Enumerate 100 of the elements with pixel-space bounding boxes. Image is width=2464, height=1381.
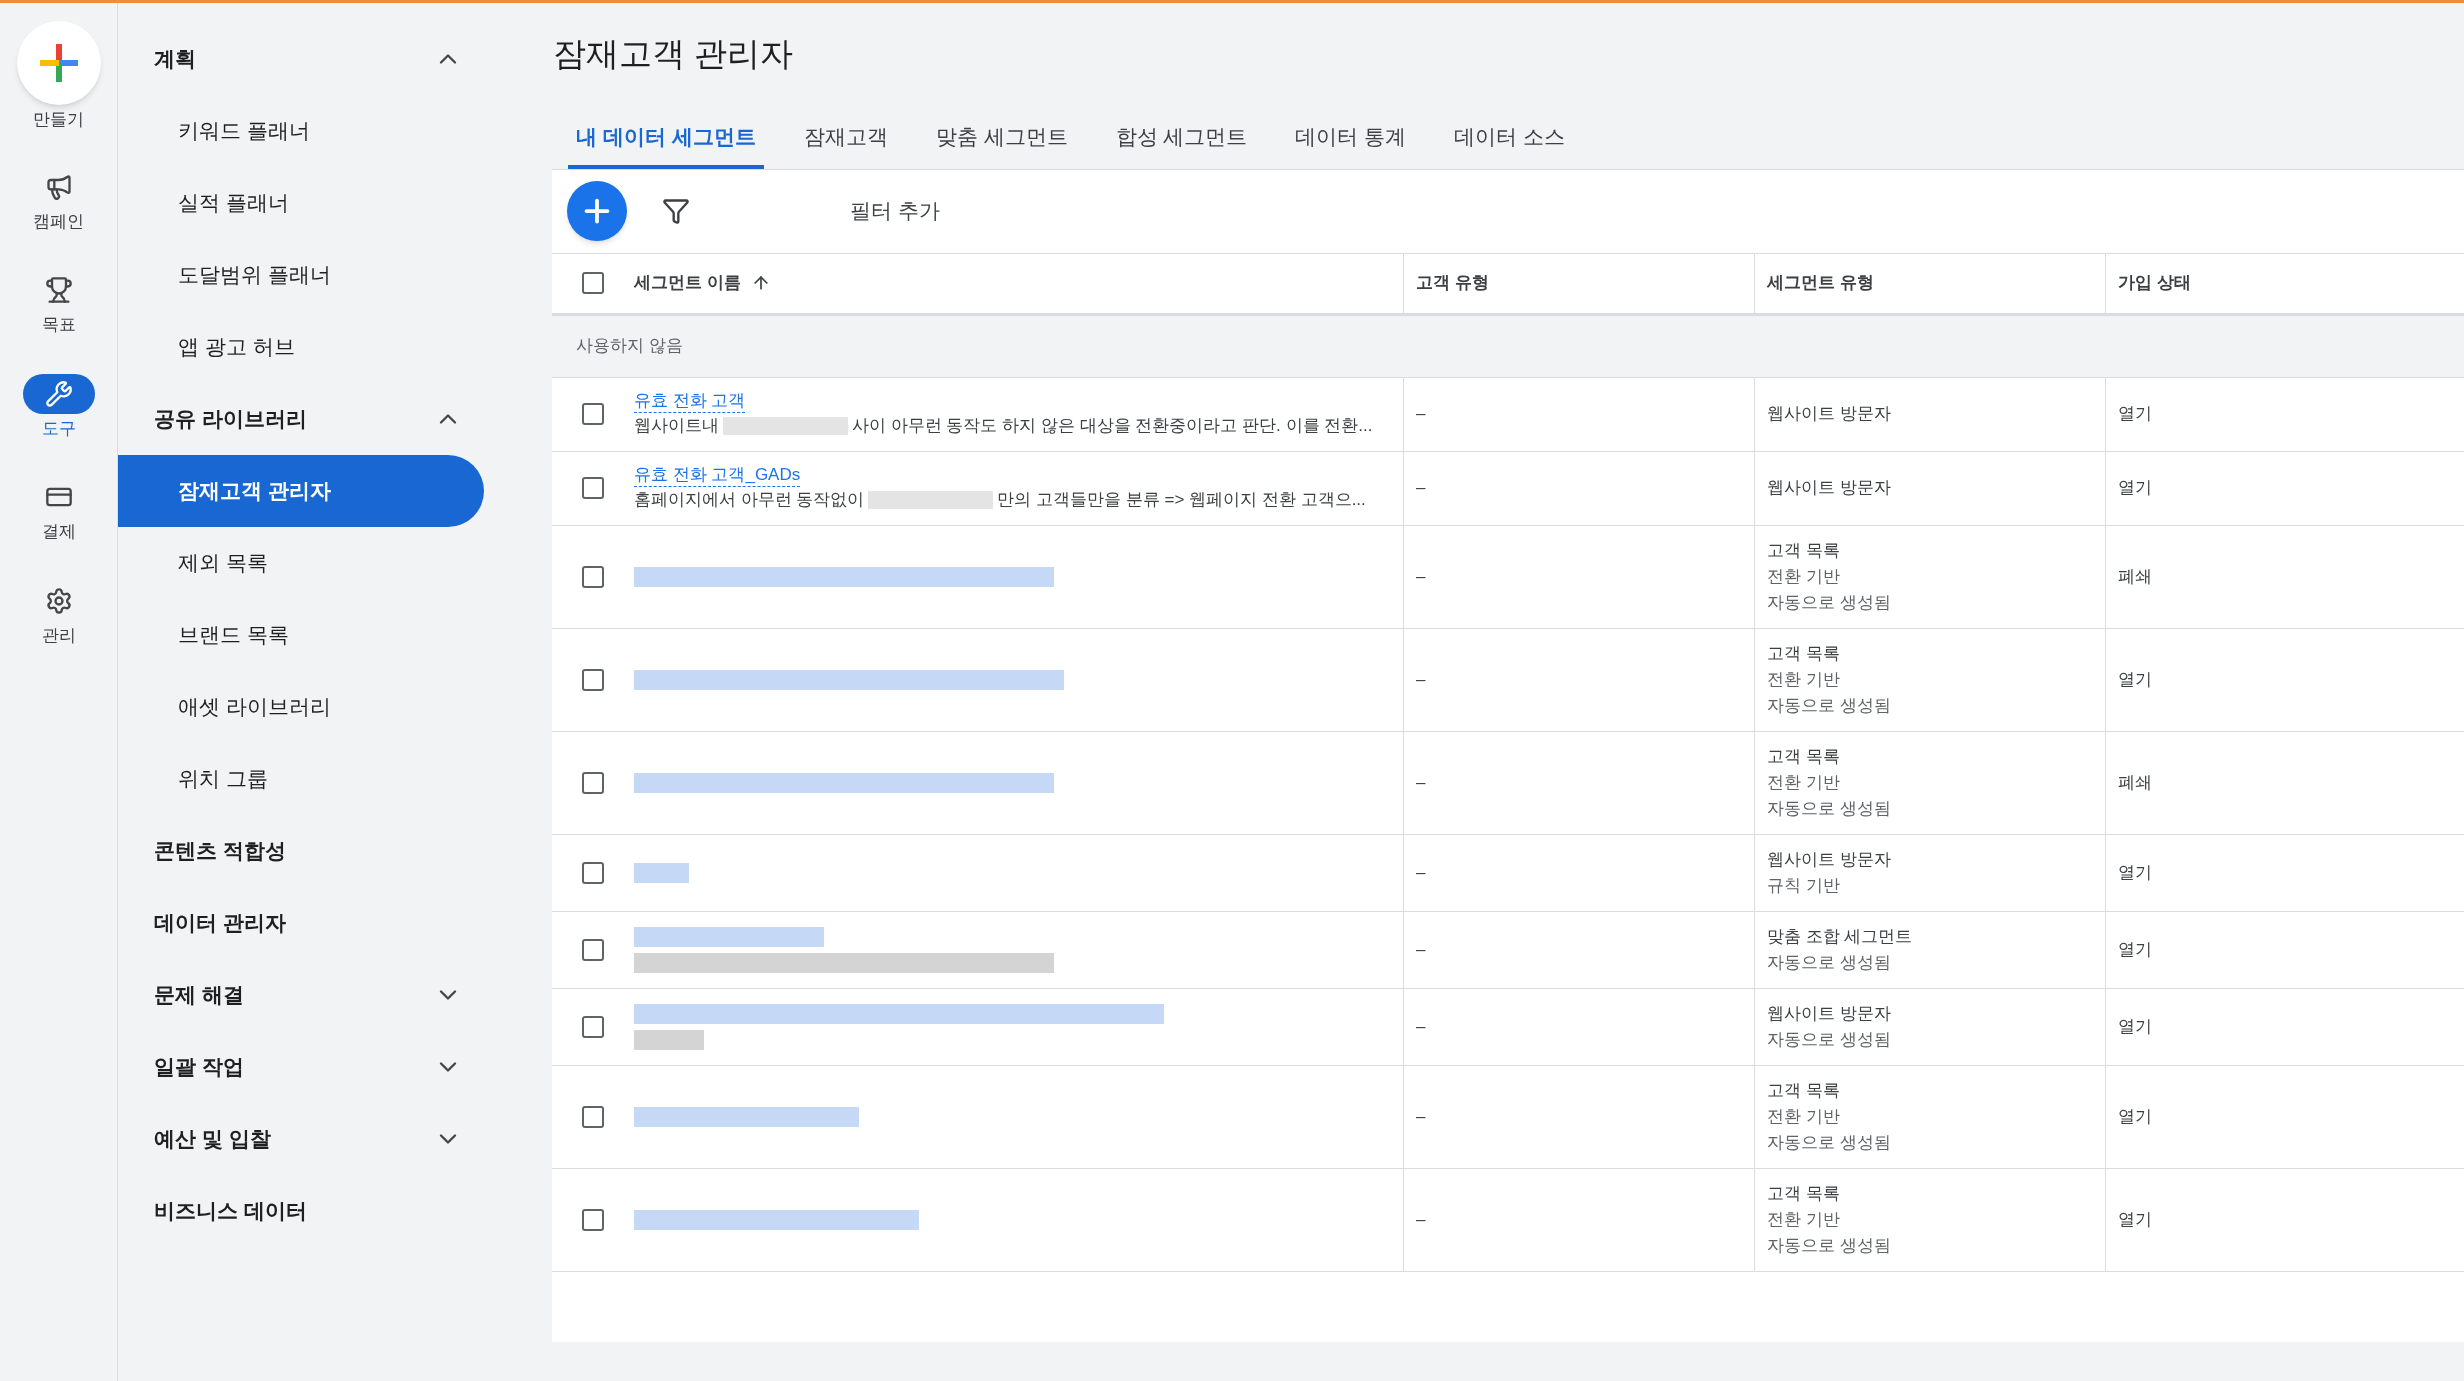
segment-type-text: 웹사이트 방문자 <box>1767 1002 1892 1025</box>
customer-type-cell-text: – <box>1416 938 1426 961</box>
status-cell-text: 열기 <box>2118 403 2152 426</box>
checkbox[interactable] <box>582 1015 604 1038</box>
segment-description: 웹사이트내 사이 아무런 동작도 하지 않은 대상을 전환중이라고 판단. 이를 전환... <box>634 414 1374 437</box>
checkbox[interactable] <box>582 1208 604 1231</box>
segment-name-link[interactable]: 유효 전화 고객 <box>634 389 746 413</box>
nav-section[interactable]: 계획 <box>118 23 484 95</box>
rail-label: 관리 <box>41 624 76 647</box>
rail-label: 도구 <box>41 417 76 440</box>
status-cell-text: 폐쇄 <box>2118 565 2152 588</box>
rail-label: 목표 <box>41 314 76 336</box>
checkbox[interactable] <box>582 668 604 691</box>
customer-type-cell-text: – <box>1416 477 1426 500</box>
column-header[interactable]: 고객 유형 <box>1416 270 1489 296</box>
filter-icon[interactable] <box>662 197 690 225</box>
tab[interactable]: 맞춤 세그먼트 <box>927 112 1076 169</box>
customer-type-cell-text: – <box>1416 1015 1426 1038</box>
nav-item[interactable]: 잠재고객 관리자 <box>118 455 484 527</box>
nav-section[interactable]: 예산 및 입찰 <box>118 1103 484 1175</box>
segment-type-text: 전환 기반 <box>1767 1208 1841 1231</box>
nav-item[interactable]: 도달범위 플래너 <box>118 239 484 311</box>
segment-type-text: 자동으로 생성됨 <box>1767 694 1892 717</box>
nav-item[interactable]: 애셋 라이브러리 <box>118 671 484 743</box>
segment-type-text: 고객 목록 <box>1767 1079 1841 1102</box>
rail-label: 만들기 <box>33 109 84 131</box>
nav-item[interactable]: 브랜드 목록 <box>118 599 484 671</box>
rail-label: 결제 <box>41 521 76 543</box>
checkbox[interactable] <box>582 477 604 499</box>
nav-item[interactable]: 제외 목록 <box>118 527 484 599</box>
nav-section[interactable]: 공유 라이브러리 <box>118 383 484 455</box>
customer-type-cell-text: – <box>1416 565 1426 588</box>
status-cell-text: 열기 <box>2118 477 2152 500</box>
segment-type-text: 전환 기반 <box>1767 1105 1841 1128</box>
nav-section[interactable]: 일괄 작업 <box>118 1031 484 1103</box>
segment-type-text: 웹사이트 방문자 <box>1767 403 1892 425</box>
nav-section[interactable]: 콘텐츠 적합성 <box>118 815 484 887</box>
segment-type-text: 전환 기반 <box>1767 771 1841 794</box>
settings-icon <box>44 586 73 615</box>
add-filter-button[interactable]: 필터 추가 <box>850 195 940 227</box>
checkbox[interactable] <box>582 861 604 884</box>
segment-type-text: 고객 목록 <box>1767 539 1841 562</box>
tab[interactable]: 잠재고객 <box>795 112 896 169</box>
column-header[interactable]: 세그먼트 이름 <box>634 270 741 296</box>
checkbox[interactable] <box>582 938 604 961</box>
checkbox[interactable] <box>582 1105 604 1128</box>
tab[interactable]: 데이터 소스 <box>1446 112 1574 169</box>
customer-type-cell-text: – <box>1416 668 1426 691</box>
megaphone-icon <box>44 172 73 201</box>
customer-type-cell-text: – <box>1416 771 1426 794</box>
checkbox[interactable] <box>582 771 604 794</box>
status-cell-text: 폐쇄 <box>2118 771 2152 794</box>
segment-description: 홈페이지에서 아무런 동작없이 만의 고객들만을 분류 => 웹페이지 전환 고객으... <box>634 488 1367 511</box>
status-cell-text: 열기 <box>2118 1105 2152 1128</box>
status-cell-text: 열기 <box>2118 668 2152 691</box>
segment-type-text: 고객 목록 <box>1767 1182 1841 1205</box>
segment-type-text: 고객 목록 <box>1767 642 1841 665</box>
segment-type-text: 자동으로 생성됨 <box>1767 1028 1892 1051</box>
nav-section[interactable]: 비즈니스 데이터 <box>118 1175 484 1247</box>
checkbox[interactable] <box>582 565 604 588</box>
segment-type-text: 맞춤 조합 세그먼트 <box>1767 925 1914 948</box>
wrench-icon <box>44 379 73 408</box>
segment-type-text: 전환 기반 <box>1767 668 1841 691</box>
status-cell-text: 열기 <box>2118 861 2152 884</box>
page-title: 잠재고객 관리자 <box>552 34 795 74</box>
add-button[interactable] <box>567 181 627 241</box>
nav-item[interactable]: 실적 플래너 <box>118 167 484 239</box>
column-header[interactable]: 가입 상태 <box>2118 270 2191 296</box>
status-cell-text: 열기 <box>2118 1015 2152 1038</box>
status-cell-text: 열기 <box>2118 1208 2152 1231</box>
nav-item[interactable]: 앱 광고 허브 <box>118 311 484 383</box>
tab[interactable]: 데이터 통계 <box>1287 112 1415 169</box>
segment-name-link[interactable]: 유효 전화 고객_GADs <box>634 463 801 487</box>
customer-type-cell-text: – <box>1416 861 1426 884</box>
customer-type-cell-text: – <box>1416 1208 1426 1231</box>
segment-type-text: 전환 기반 <box>1767 565 1841 588</box>
status-cell-text: 열기 <box>2118 938 2152 961</box>
redacted-text <box>634 1029 704 1050</box>
segment-type-text: 규칙 기반 <box>1767 874 1841 897</box>
rail-item[interactable] <box>22 373 95 414</box>
nav-section[interactable]: 데이터 관리자 <box>118 887 484 959</box>
nav-item[interactable]: 위치 그룹 <box>118 743 484 815</box>
nav-item[interactable]: 키워드 플래너 <box>118 95 484 167</box>
column-header[interactable]: 세그먼트 유형 <box>1767 270 1874 296</box>
checkbox[interactable] <box>582 403 604 425</box>
checkbox[interactable] <box>582 272 604 294</box>
segment-type-text: 자동으로 생성됨 <box>1767 951 1892 974</box>
customer-type-cell-text: – <box>1416 403 1426 426</box>
customer-type-cell-text: – <box>1416 1105 1426 1128</box>
group-label: 사용하지 않음 <box>576 335 683 358</box>
rail-label: 캠페인 <box>33 210 84 233</box>
tab[interactable]: 합성 세그먼트 <box>1107 112 1256 169</box>
segment-type-text: 고객 목록 <box>1767 745 1841 768</box>
segment-type-text: 웹사이트 방문자 <box>1767 848 1892 871</box>
nav-section[interactable]: 문제 해결 <box>118 959 484 1031</box>
plus-icon <box>39 44 78 82</box>
segment-type-text: 자동으로 생성됨 <box>1767 1234 1892 1257</box>
segment-type-text: 자동으로 생성됨 <box>1767 1131 1892 1154</box>
segment-type-text: 자동으로 생성됨 <box>1767 797 1892 820</box>
segment-type-text: 웹사이트 방문자 <box>1767 477 1892 499</box>
